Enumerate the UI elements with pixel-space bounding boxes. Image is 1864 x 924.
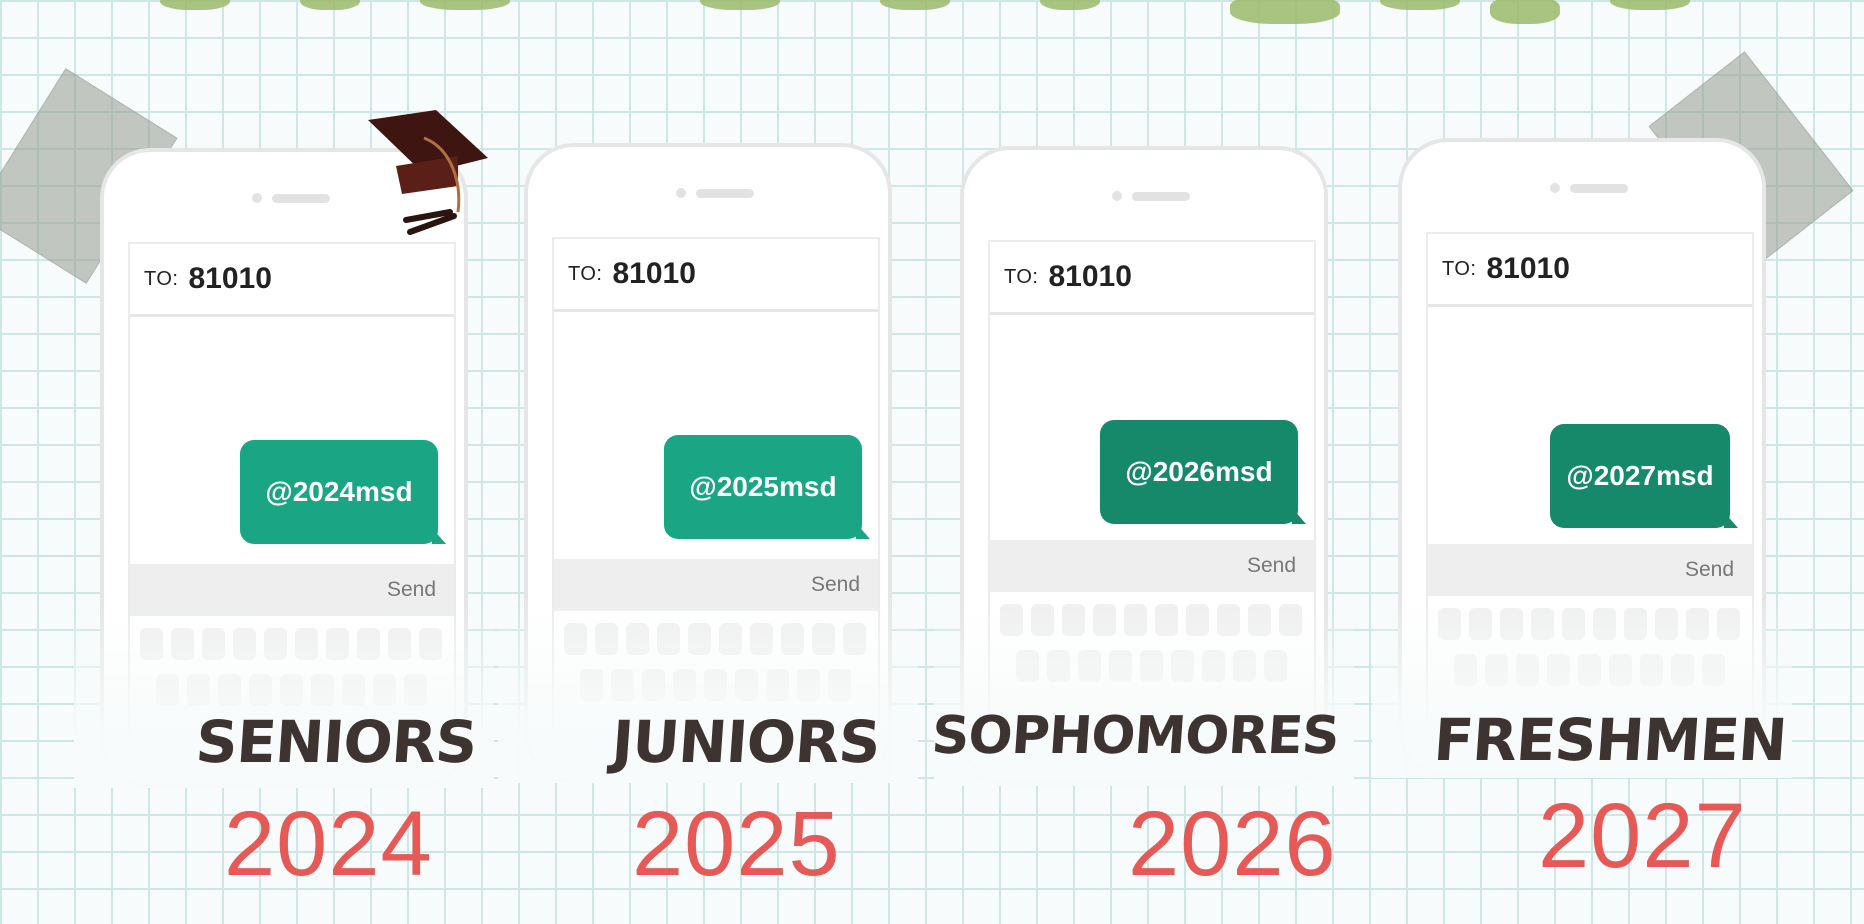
decorative-vine xyxy=(420,0,510,10)
recipient-number: 81010 xyxy=(1486,252,1570,285)
year-2025: 2025 xyxy=(632,793,841,895)
year-2026: 2026 xyxy=(1128,793,1337,895)
graduation-cap-icon xyxy=(368,110,488,235)
message-bubble: @2025msd xyxy=(664,435,870,539)
message-bubble: @2026msd xyxy=(1100,420,1306,524)
year-2024: 2024 xyxy=(224,793,433,895)
recipient-bar[interactable]: TO: 81010 xyxy=(990,242,1314,315)
phone-camera xyxy=(1550,183,1560,193)
recipient-bar[interactable]: TO: 81010 xyxy=(1428,234,1752,307)
phone-speaker xyxy=(1570,184,1628,193)
send-button[interactable]: Send xyxy=(1247,554,1296,578)
decorative-vine xyxy=(700,0,780,10)
phone-freshmen: TO: 81010 @2027msd Send xyxy=(1372,138,1792,778)
phone-speaker xyxy=(1132,192,1190,201)
phone-speaker xyxy=(696,189,754,198)
recipient-bar[interactable]: TO: 81010 xyxy=(554,239,878,312)
decorative-vine xyxy=(160,0,230,10)
decorative-vine xyxy=(1610,0,1690,10)
phone-camera xyxy=(676,188,686,198)
message-bubble: @2024msd xyxy=(240,440,446,544)
recipient-bar[interactable]: TO: 81010 xyxy=(130,244,454,317)
to-label: TO: xyxy=(1442,257,1477,280)
phone-juniors: TO: 81010 @2025msd Send xyxy=(498,143,918,783)
decorative-vine xyxy=(880,0,950,10)
send-button[interactable]: Send xyxy=(387,578,436,602)
phone-sophomores: TO: 81010 @2026msd Send xyxy=(934,146,1354,786)
message-bubble: @2027msd xyxy=(1550,424,1738,528)
send-button[interactable]: Send xyxy=(1685,558,1734,582)
decorative-vine xyxy=(300,0,360,10)
decorative-vine xyxy=(1040,0,1100,10)
recipient-number: 81010 xyxy=(1048,260,1132,293)
decorative-vine xyxy=(1230,0,1340,24)
recipient-number: 81010 xyxy=(188,262,272,295)
class-label-freshmen: FRESHMEN xyxy=(1431,706,1789,774)
compose-bar[interactable]: Send xyxy=(1428,544,1752,596)
phone-camera xyxy=(252,193,262,203)
send-button[interactable]: Send xyxy=(811,573,860,597)
decorative-vine xyxy=(1380,0,1460,10)
recipient-number: 81010 xyxy=(612,257,696,290)
phone-camera xyxy=(1112,191,1122,201)
to-label: TO: xyxy=(568,262,603,285)
class-label-juniors: JUNIORS xyxy=(609,708,882,776)
phone-speaker xyxy=(272,194,330,203)
phone-seniors: TO: 81010 @2024msd Send xyxy=(74,148,494,788)
to-label: TO: xyxy=(144,267,179,290)
to-label: TO: xyxy=(1004,265,1039,288)
compose-bar[interactable]: Send xyxy=(990,540,1314,592)
class-label-seniors: SENIORS xyxy=(193,708,479,776)
decorative-vine xyxy=(1490,0,1560,24)
year-2027: 2027 xyxy=(1538,785,1747,887)
class-label-sophomores: SOPHOMORES xyxy=(929,706,1341,766)
